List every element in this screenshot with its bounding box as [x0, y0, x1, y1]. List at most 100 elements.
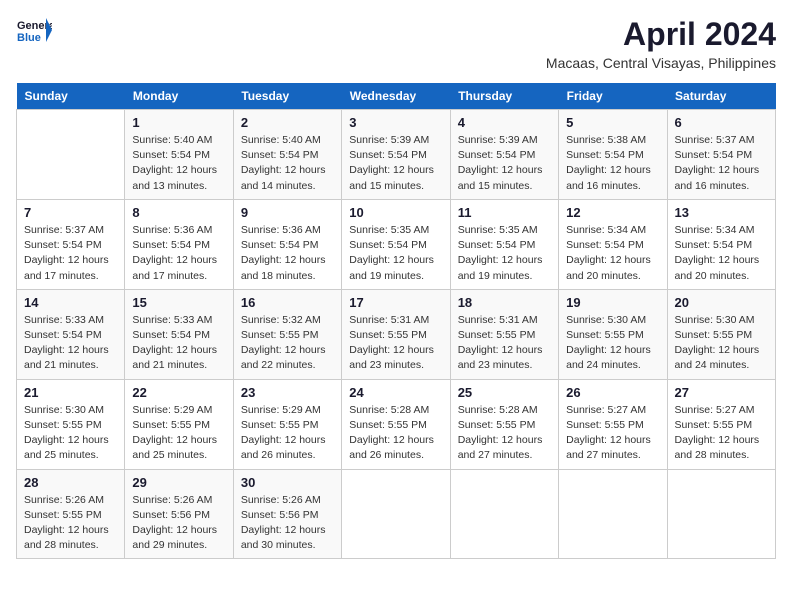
day-number: 28: [24, 475, 117, 490]
day-number: 12: [566, 205, 659, 220]
day-number: 23: [241, 385, 334, 400]
calendar-cell: [342, 469, 450, 559]
day-number: 8: [132, 205, 225, 220]
day-number: 10: [349, 205, 442, 220]
day-info: Sunrise: 5:30 AM Sunset: 5:55 PM Dayligh…: [675, 313, 768, 374]
day-info: Sunrise: 5:34 AM Sunset: 5:54 PM Dayligh…: [675, 223, 768, 284]
day-number: 25: [458, 385, 551, 400]
title-block: April 2024 Macaas, Central Visayas, Phil…: [546, 16, 776, 71]
calendar-cell: 23 Sunrise: 5:29 AM Sunset: 5:55 PM Dayli…: [233, 379, 341, 469]
calendar-cell: 7 Sunrise: 5:37 AM Sunset: 5:54 PM Daylig…: [17, 199, 125, 289]
day-info: Sunrise: 5:28 AM Sunset: 5:55 PM Dayligh…: [349, 403, 442, 464]
calendar-cell: 24 Sunrise: 5:28 AM Sunset: 5:55 PM Dayli…: [342, 379, 450, 469]
weekday-header-sunday: Sunday: [17, 83, 125, 110]
day-info: Sunrise: 5:36 AM Sunset: 5:54 PM Dayligh…: [241, 223, 334, 284]
calendar-cell: [667, 469, 775, 559]
day-info: Sunrise: 5:28 AM Sunset: 5:55 PM Dayligh…: [458, 403, 551, 464]
calendar-cell: 28 Sunrise: 5:26 AM Sunset: 5:55 PM Dayli…: [17, 469, 125, 559]
day-number: 19: [566, 295, 659, 310]
calendar-cell: 8 Sunrise: 5:36 AM Sunset: 5:54 PM Daylig…: [125, 199, 233, 289]
day-number: 3: [349, 115, 442, 130]
day-info: Sunrise: 5:27 AM Sunset: 5:55 PM Dayligh…: [566, 403, 659, 464]
day-info: Sunrise: 5:33 AM Sunset: 5:54 PM Dayligh…: [24, 313, 117, 374]
calendar-cell: 16 Sunrise: 5:32 AM Sunset: 5:55 PM Dayli…: [233, 289, 341, 379]
day-info: Sunrise: 5:29 AM Sunset: 5:55 PM Dayligh…: [241, 403, 334, 464]
weekday-header-friday: Friday: [559, 83, 667, 110]
day-info: Sunrise: 5:30 AM Sunset: 5:55 PM Dayligh…: [24, 403, 117, 464]
calendar-cell: 15 Sunrise: 5:33 AM Sunset: 5:54 PM Dayli…: [125, 289, 233, 379]
calendar-cell: 5 Sunrise: 5:38 AM Sunset: 5:54 PM Daylig…: [559, 110, 667, 200]
day-info: Sunrise: 5:31 AM Sunset: 5:55 PM Dayligh…: [458, 313, 551, 374]
day-info: Sunrise: 5:35 AM Sunset: 5:54 PM Dayligh…: [458, 223, 551, 284]
day-info: Sunrise: 5:33 AM Sunset: 5:54 PM Dayligh…: [132, 313, 225, 374]
day-number: 13: [675, 205, 768, 220]
day-number: 27: [675, 385, 768, 400]
day-number: 24: [349, 385, 442, 400]
weekday-header-wednesday: Wednesday: [342, 83, 450, 110]
calendar-cell: 26 Sunrise: 5:27 AM Sunset: 5:55 PM Dayli…: [559, 379, 667, 469]
calendar-cell: 4 Sunrise: 5:39 AM Sunset: 5:54 PM Daylig…: [450, 110, 558, 200]
day-number: 6: [675, 115, 768, 130]
calendar-cell: 2Sunrise: 5:40 AM Sunset: 5:54 PM Daylig…: [233, 110, 341, 200]
logo: General Blue: [16, 16, 52, 44]
day-number: 9: [241, 205, 334, 220]
day-number: 5: [566, 115, 659, 130]
day-info: Sunrise: 5:26 AM Sunset: 5:56 PM Dayligh…: [241, 493, 334, 554]
day-number: 29: [132, 475, 225, 490]
weekday-header-tuesday: Tuesday: [233, 83, 341, 110]
calendar-cell: 1 Sunrise: 5:40 AM Sunset: 5:54 PM Daylig…: [125, 110, 233, 200]
calendar-cell: 22 Sunrise: 5:29 AM Sunset: 5:55 PM Dayli…: [125, 379, 233, 469]
calendar-cell: 30 Sunrise: 5:26 AM Sunset: 5:56 PM Dayli…: [233, 469, 341, 559]
day-number: 15: [132, 295, 225, 310]
day-info: Sunrise: 5:40 AM Sunset: 5:54 PM Dayligh…: [241, 133, 334, 194]
day-info: Sunrise: 5:32 AM Sunset: 5:55 PM Dayligh…: [241, 313, 334, 374]
day-info: Sunrise: 5:26 AM Sunset: 5:56 PM Dayligh…: [132, 493, 225, 554]
day-info: Sunrise: 5:39 AM Sunset: 5:54 PM Dayligh…: [458, 133, 551, 194]
logo-icon: General Blue: [16, 16, 52, 44]
day-info: Sunrise: 5:37 AM Sunset: 5:54 PM Dayligh…: [675, 133, 768, 194]
day-info: Sunrise: 5:36 AM Sunset: 5:54 PM Dayligh…: [132, 223, 225, 284]
day-info: Sunrise: 5:38 AM Sunset: 5:54 PM Dayligh…: [566, 133, 659, 194]
day-info: Sunrise: 5:31 AM Sunset: 5:55 PM Dayligh…: [349, 313, 442, 374]
day-info: Sunrise: 5:39 AM Sunset: 5:54 PM Dayligh…: [349, 133, 442, 194]
day-number: 7: [24, 205, 117, 220]
calendar-cell: 10Sunrise: 5:35 AM Sunset: 5:54 PM Dayli…: [342, 199, 450, 289]
calendar-cell: 20 Sunrise: 5:30 AM Sunset: 5:55 PM Dayli…: [667, 289, 775, 379]
day-number: 22: [132, 385, 225, 400]
calendar-cell: 13 Sunrise: 5:34 AM Sunset: 5:54 PM Dayli…: [667, 199, 775, 289]
calendar-cell: 6 Sunrise: 5:37 AM Sunset: 5:54 PM Daylig…: [667, 110, 775, 200]
weekday-header-saturday: Saturday: [667, 83, 775, 110]
day-number: 20: [675, 295, 768, 310]
location-subtitle: Macaas, Central Visayas, Philippines: [546, 55, 776, 71]
calendar-cell: 11 Sunrise: 5:35 AM Sunset: 5:54 PM Dayli…: [450, 199, 558, 289]
day-number: 1: [132, 115, 225, 130]
calendar-cell: 19 Sunrise: 5:30 AM Sunset: 5:55 PM Dayli…: [559, 289, 667, 379]
day-info: Sunrise: 5:37 AM Sunset: 5:54 PM Dayligh…: [24, 223, 117, 284]
calendar-cell: 17Sunrise: 5:31 AM Sunset: 5:55 PM Dayli…: [342, 289, 450, 379]
calendar-cell: 3 Sunrise: 5:39 AM Sunset: 5:54 PM Daylig…: [342, 110, 450, 200]
calendar-cell: [17, 110, 125, 200]
day-number: 4: [458, 115, 551, 130]
calendar-cell: [450, 469, 558, 559]
day-number: 26: [566, 385, 659, 400]
calendar-cell: 9 Sunrise: 5:36 AM Sunset: 5:54 PM Daylig…: [233, 199, 341, 289]
day-info: Sunrise: 5:30 AM Sunset: 5:55 PM Dayligh…: [566, 313, 659, 374]
day-info: Sunrise: 5:34 AM Sunset: 5:54 PM Dayligh…: [566, 223, 659, 284]
day-info: Sunrise: 5:26 AM Sunset: 5:55 PM Dayligh…: [24, 493, 117, 554]
day-number: 30: [241, 475, 334, 490]
calendar-table: SundayMondayTuesdayWednesdayThursdayFrid…: [16, 83, 776, 559]
day-number: 11: [458, 205, 551, 220]
calendar-cell: 14 Sunrise: 5:33 AM Sunset: 5:54 PM Dayli…: [17, 289, 125, 379]
day-number: 16: [241, 295, 334, 310]
day-info: Sunrise: 5:40 AM Sunset: 5:54 PM Dayligh…: [132, 133, 225, 194]
weekday-header-monday: Monday: [125, 83, 233, 110]
day-number: 18: [458, 295, 551, 310]
svg-text:Blue: Blue: [17, 32, 41, 44]
calendar-cell: 12 Sunrise: 5:34 AM Sunset: 5:54 PM Dayli…: [559, 199, 667, 289]
day-number: 21: [24, 385, 117, 400]
weekday-header-thursday: Thursday: [450, 83, 558, 110]
day-number: 14: [24, 295, 117, 310]
day-info: Sunrise: 5:29 AM Sunset: 5:55 PM Dayligh…: [132, 403, 225, 464]
page-header: General Blue April 2024 Macaas, Central …: [16, 16, 776, 71]
day-info: Sunrise: 5:27 AM Sunset: 5:55 PM Dayligh…: [675, 403, 768, 464]
